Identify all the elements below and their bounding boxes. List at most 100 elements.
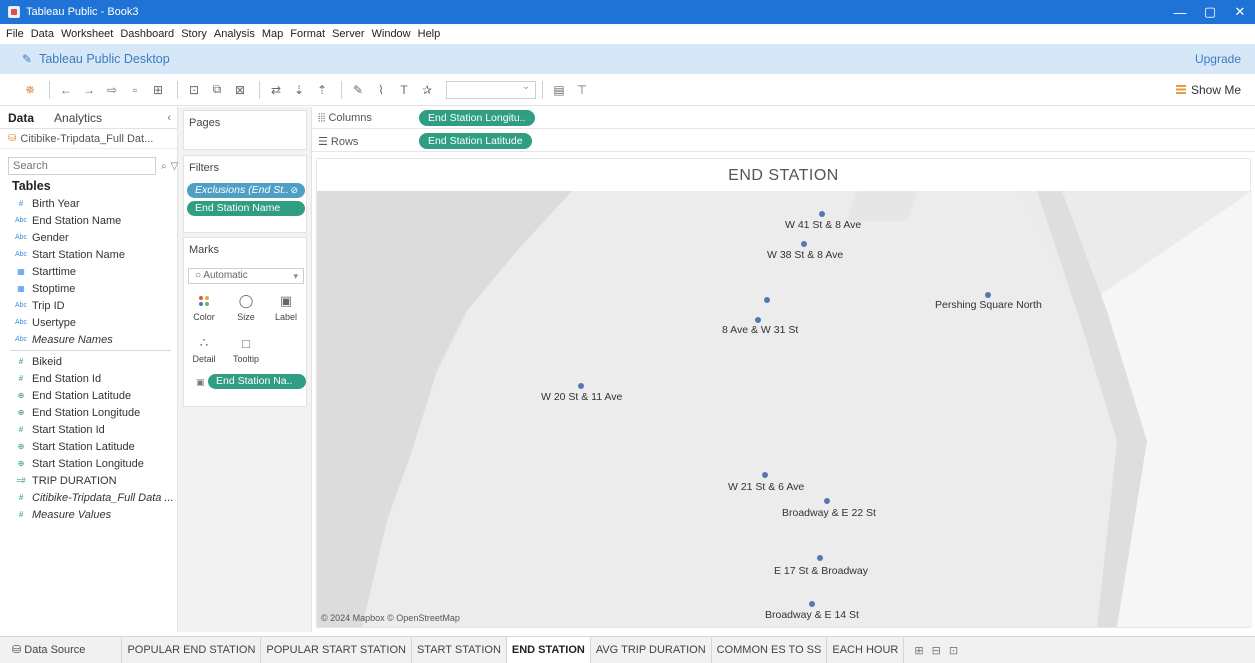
station-dot[interactable] bbox=[819, 211, 825, 217]
save-icon[interactable]: ▫ bbox=[125, 80, 145, 100]
filter-pill-exclusions[interactable]: Exclusions (End St.. ⊘ bbox=[187, 183, 305, 198]
highlight-icon[interactable]: ✎ bbox=[348, 80, 368, 100]
label-pill-end-station-name[interactable]: End Station Na.. bbox=[208, 374, 306, 389]
detail-button[interactable]: ∴ Detail bbox=[186, 332, 222, 370]
pages-card[interactable]: Pages bbox=[183, 110, 307, 150]
filters-card[interactable]: Filters Exclusions (End St.. ⊘ End Stati… bbox=[183, 155, 307, 233]
duplicate-icon[interactable]: ⧉ bbox=[207, 80, 227, 100]
field-name: End Station Id bbox=[32, 372, 102, 385]
show-labels-icon[interactable]: T bbox=[394, 80, 414, 100]
field-item[interactable]: ⊕ Start Station Latitude bbox=[0, 438, 177, 455]
swap-icon[interactable]: ⇄ bbox=[266, 80, 286, 100]
tab-analytics[interactable]: Analytics bbox=[54, 111, 102, 125]
new-data-source-icon[interactable]: ⊞ bbox=[148, 80, 168, 100]
field-item[interactable]: # Birth Year bbox=[0, 195, 177, 212]
tableau-logo-icon[interactable]: ✵ bbox=[20, 80, 40, 100]
rows-shelf[interactable]: ☰ Rows End Station Latitude bbox=[312, 130, 1255, 152]
field-search-input[interactable] bbox=[8, 157, 156, 175]
show-cards-icon[interactable]: ▤ bbox=[549, 80, 569, 100]
field-item[interactable]: # Bikeid bbox=[0, 353, 177, 370]
clear-sheet-icon[interactable]: ⊠ bbox=[230, 80, 250, 100]
upgrade-link[interactable]: Upgrade bbox=[1195, 52, 1241, 66]
menu-file[interactable]: File bbox=[6, 28, 24, 40]
search-icon[interactable]: ⌕ bbox=[161, 161, 167, 172]
undo-icon[interactable]: ← bbox=[56, 80, 76, 100]
map-view[interactable]: W 41 St & 8 Ave W 38 St & 8 Ave Pershing S… bbox=[317, 191, 1252, 627]
field-item[interactable]: Abc Trip ID bbox=[0, 297, 177, 314]
menu-story[interactable]: Story bbox=[181, 28, 207, 40]
field-item[interactable]: Abc Gender bbox=[0, 229, 177, 246]
sheet-tab[interactable]: POPULAR END STATION bbox=[122, 636, 262, 663]
station-dot[interactable] bbox=[801, 241, 807, 247]
field-item[interactable]: Abc Measure Names bbox=[0, 331, 177, 348]
label-button[interactable]: ▣ Label bbox=[268, 290, 304, 328]
field-item[interactable]: Abc End Station Name bbox=[0, 212, 177, 229]
menu-analysis[interactable]: Analysis bbox=[214, 28, 255, 40]
menu-data[interactable]: Data bbox=[31, 28, 54, 40]
data-source-item[interactable]: ⛁ Citibike-Tripdata_Full Dat... bbox=[0, 129, 177, 149]
station-dot[interactable] bbox=[824, 498, 830, 504]
menu-worksheet[interactable]: Worksheet bbox=[61, 28, 113, 40]
collapse-icon[interactable]: ‹ bbox=[167, 112, 171, 124]
columns-pill[interactable]: End Station Longitu.. bbox=[419, 110, 535, 126]
field-item[interactable]: Abc Usertype bbox=[0, 314, 177, 331]
sheet-tab[interactable]: END STATION bbox=[506, 636, 591, 663]
size-button[interactable]: ◯ Size bbox=[228, 290, 264, 328]
sheet-tab[interactable]: START STATION bbox=[412, 636, 507, 663]
sort-descending-icon[interactable]: ⇡ bbox=[312, 80, 332, 100]
data-source-tab[interactable]: ⛁ Data Source bbox=[0, 636, 123, 663]
sheet-tab[interactable]: EACH HOUR bbox=[827, 636, 905, 663]
field-item[interactable]: # Measure Values bbox=[0, 506, 177, 523]
field-type-icon: ⊕ bbox=[17, 391, 25, 400]
mark-type-dropdown[interactable]: ○ Automatic ▾ bbox=[188, 268, 304, 284]
new-dashboard-icon[interactable]: ⊟ bbox=[932, 644, 941, 657]
station-dot[interactable] bbox=[755, 317, 761, 323]
station-dot[interactable] bbox=[985, 292, 991, 298]
rows-pill[interactable]: End Station Latitude bbox=[419, 133, 532, 149]
field-item[interactable]: # Start Station Id bbox=[0, 421, 177, 438]
field-item[interactable]: # Citibike-Tripdata_Full Data ... bbox=[0, 489, 177, 506]
station-dot[interactable] bbox=[578, 383, 584, 389]
field-item[interactable]: ▦ Stoptime bbox=[0, 280, 177, 297]
close-button[interactable]: ✕ bbox=[1225, 0, 1255, 24]
station-dot[interactable] bbox=[764, 297, 770, 303]
tooltip-button[interactable]: □ Tooltip bbox=[228, 332, 264, 370]
sheet-tab[interactable]: AVG TRIP DURATION bbox=[591, 636, 712, 663]
tab-data[interactable]: Data bbox=[8, 111, 34, 125]
menu-map[interactable]: Map bbox=[262, 28, 283, 40]
field-item[interactable]: # End Station Id bbox=[0, 370, 177, 387]
columns-shelf[interactable]: ⦙⦙⦙ Columns End Station Longitu.. bbox=[312, 107, 1255, 129]
group-icon[interactable]: ⌇ bbox=[371, 80, 391, 100]
new-story-icon[interactable]: ⊡ bbox=[949, 644, 958, 657]
station-dot[interactable] bbox=[817, 555, 823, 561]
new-worksheet-icon[interactable]: ⊞ bbox=[914, 644, 923, 657]
show-me-button[interactable]: Show Me bbox=[1175, 83, 1241, 97]
menu-help[interactable]: Help bbox=[418, 28, 441, 40]
menu-server[interactable]: Server bbox=[332, 28, 364, 40]
field-item[interactable]: ⊕ End Station Longitude bbox=[0, 404, 177, 421]
menu-format[interactable]: Format bbox=[290, 28, 325, 40]
menu-window[interactable]: Window bbox=[372, 28, 411, 40]
new-worksheet-icon[interactable]: ⊡ bbox=[184, 80, 204, 100]
presentation-icon[interactable]: ⊤ bbox=[572, 80, 592, 100]
restore-button[interactable]: ▢ bbox=[1195, 0, 1225, 24]
minimize-button[interactable]: — bbox=[1165, 0, 1195, 24]
field-item[interactable]: Abc Start Station Name bbox=[0, 246, 177, 263]
filter-pill-end-station-name[interactable]: End Station Name bbox=[187, 201, 305, 216]
sheet-tab[interactable]: COMMON ES TO SS bbox=[712, 636, 828, 663]
sort-ascending-icon[interactable]: ⇣ bbox=[289, 80, 309, 100]
field-item[interactable]: =# TRIP DURATION bbox=[0, 472, 177, 489]
field-item[interactable]: ⊕ Start Station Longitude bbox=[0, 455, 177, 472]
sheet-tab[interactable]: POPULAR START STATION bbox=[261, 636, 412, 663]
field-item[interactable]: ▦ Starttime bbox=[0, 263, 177, 280]
station-dot[interactable] bbox=[809, 601, 815, 607]
menu-dashboard[interactable]: Dashboard bbox=[120, 28, 174, 40]
fit-dropdown[interactable] bbox=[446, 80, 536, 99]
field-type-icon: Abc bbox=[14, 234, 28, 241]
field-item[interactable]: ⊕ End Station Latitude bbox=[0, 387, 177, 404]
replay-icon[interactable]: ⇨ bbox=[102, 80, 122, 100]
color-button[interactable]: Color bbox=[186, 290, 222, 328]
station-dot[interactable] bbox=[762, 472, 768, 478]
redo-icon[interactable]: → bbox=[79, 80, 99, 100]
fix-axes-icon[interactable]: ✰ bbox=[417, 80, 437, 100]
